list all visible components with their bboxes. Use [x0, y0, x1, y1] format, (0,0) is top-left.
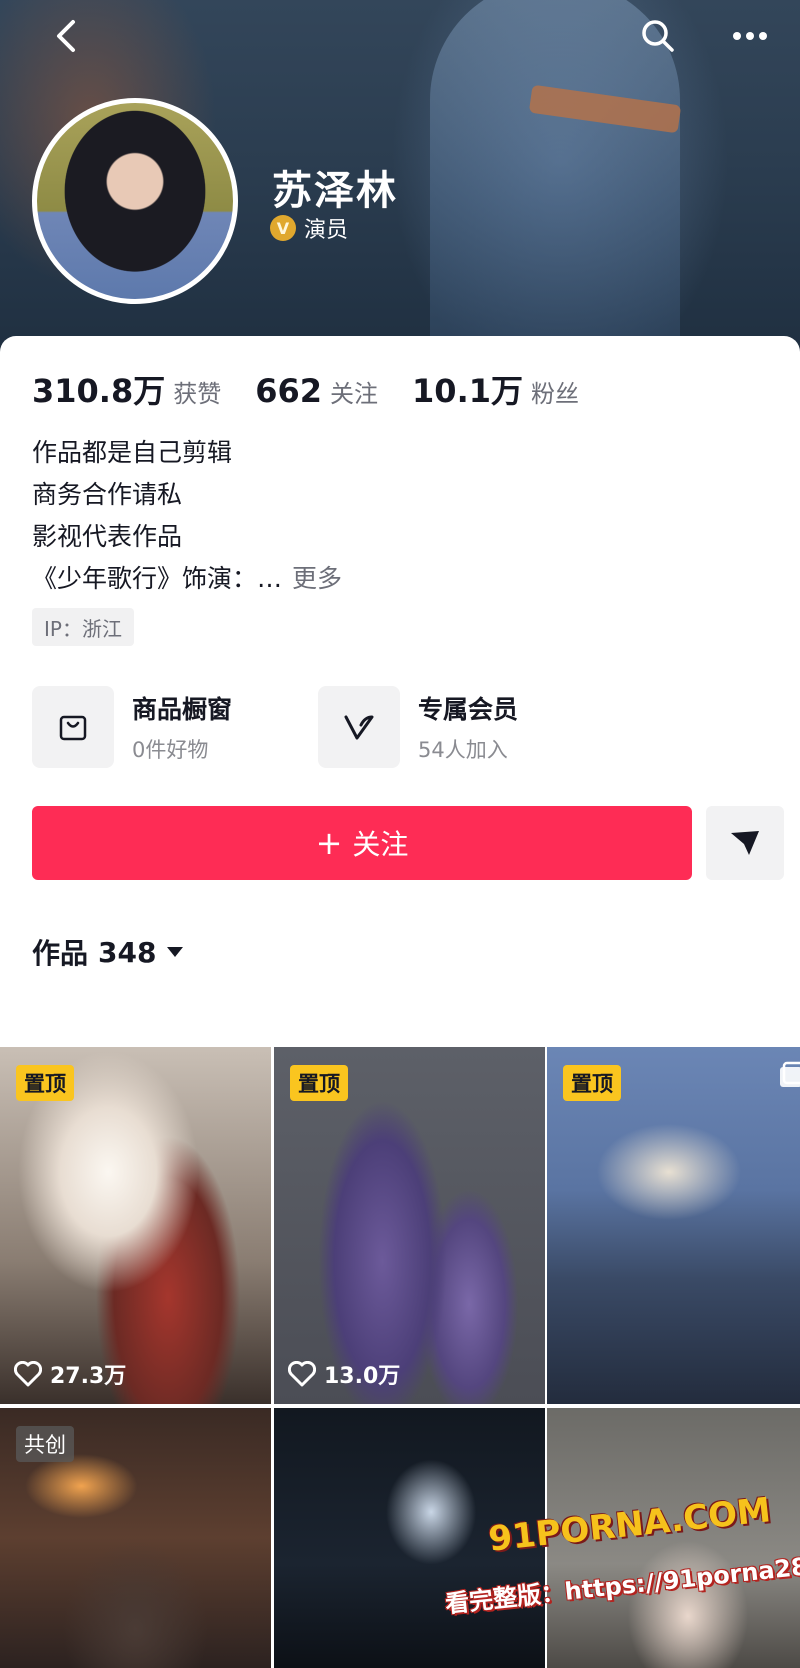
bio-more-link[interactable]: 更多: [292, 564, 342, 593]
membership-entry[interactable]: 专属会员 54人加入: [318, 686, 518, 768]
avatar[interactable]: [32, 98, 238, 304]
shop-window-entry[interactable]: 商品橱窗 0件好物: [32, 686, 232, 768]
stat-following[interactable]: 662 关注: [255, 372, 378, 410]
verification-row: V 演员: [270, 212, 348, 244]
bio-line-last: 《少年歌行》饰演：… 更多: [32, 558, 342, 600]
verification-label: 演员: [304, 218, 349, 243]
search-button[interactable]: [636, 14, 680, 58]
video-tile[interactable]: 置顶: [547, 1047, 800, 1404]
membership-v-icon: [344, 715, 374, 740]
feature-title: 商品橱窗: [132, 695, 233, 724]
profile-name: 苏泽林: [272, 168, 398, 214]
works-count: 348: [98, 935, 157, 969]
like-count: 27.3万: [14, 1358, 126, 1390]
feature-subtitle: 0件好物: [132, 738, 209, 762]
stat-label: 关注: [330, 380, 379, 408]
feature-text: 专属会员 54人加入: [418, 690, 518, 764]
like-count: 13.0万: [288, 1358, 400, 1390]
feature-subtitle: 54人加入: [418, 738, 508, 762]
watermark-prefix: 91: [486, 1514, 538, 1560]
back-button[interactable]: [44, 14, 88, 58]
search-icon: [642, 20, 674, 52]
pinned-badge: 置顶: [16, 1065, 74, 1101]
video-tile[interactable]: 置顶 13.0万: [274, 1047, 545, 1404]
image-set-icon: [780, 1061, 800, 1087]
stat-value: 662: [255, 372, 323, 410]
works-label: 作品: [32, 937, 89, 970]
video-tile[interactable]: 置顶 27.3万: [0, 1047, 271, 1404]
follow-button[interactable]: + 关注: [32, 806, 692, 880]
bio: 作品都是自己剪辑 商务合作请私 影视代表作品 《少年歌行》饰演：… 更多: [32, 432, 342, 600]
share-button[interactable]: [706, 806, 784, 880]
stat-label: 粉丝: [531, 380, 579, 408]
feature-icon-box: [32, 686, 114, 768]
like-count-value: 13.0万: [324, 1364, 401, 1389]
plus-icon: +: [315, 824, 343, 862]
send-icon: [731, 831, 759, 855]
stat-value: 310.8万: [32, 372, 166, 410]
bio-line: 《少年歌行》饰演：…: [32, 564, 283, 593]
heart-icon: [288, 1361, 316, 1387]
pinned-badge: 置顶: [563, 1065, 621, 1101]
bio-line: 作品都是自己剪辑: [32, 438, 233, 467]
stat-value: 10.1万: [412, 372, 523, 410]
follow-label: 关注: [352, 828, 409, 861]
stat-label: 获赞: [173, 380, 222, 408]
feature-icon-box: [318, 686, 400, 768]
pinned-badge: 置顶: [290, 1065, 348, 1101]
verified-badge-icon: V: [270, 215, 296, 241]
chevron-left-icon: [57, 20, 75, 52]
feature-title: 专属会员: [418, 695, 519, 724]
works-tab[interactable]: 作品 348: [32, 932, 184, 972]
profile-cover: 苏泽林 V 演员: [0, 0, 800, 360]
stat-likes[interactable]: 310.8万 获赞: [32, 366, 221, 412]
like-count-value: 27.3万: [50, 1364, 127, 1389]
bio-line: 商务合作请私: [32, 480, 183, 509]
heart-icon: [14, 1361, 42, 1387]
video-tile[interactable]: 共创: [0, 1408, 271, 1668]
feature-text: 商品橱窗 0件好物: [132, 690, 232, 764]
ip-location-tag: IP：浙江: [32, 608, 134, 646]
co-creation-badge: 共创: [16, 1426, 74, 1462]
bio-line: 影视代表作品: [32, 522, 183, 551]
more-dots-icon: [733, 32, 767, 40]
stats-row: 310.8万 获赞 662 关注 10.1万 粉丝: [32, 366, 613, 412]
stat-followers[interactable]: 10.1万 粉丝: [412, 366, 579, 412]
caret-down-icon: [167, 947, 184, 957]
more-button[interactable]: [728, 14, 772, 58]
shop-bag-icon: [59, 715, 87, 741]
